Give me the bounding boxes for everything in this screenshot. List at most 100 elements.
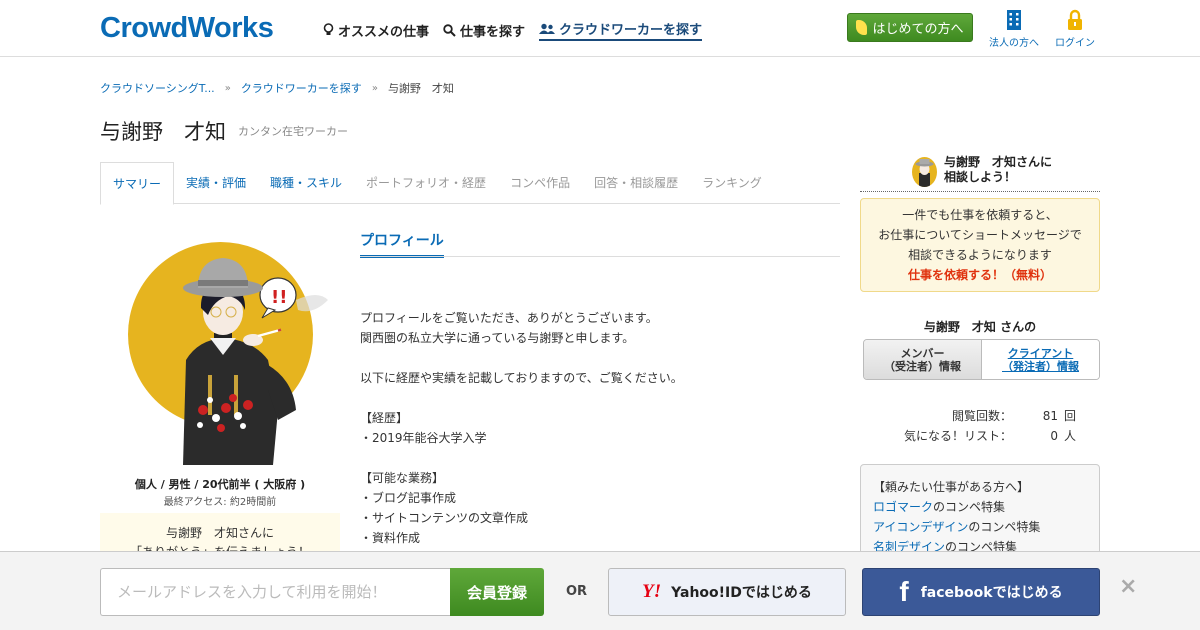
facebook-login-button[interactable]: f facebookではじめる bbox=[862, 568, 1100, 616]
profile-line: ・ブログ記事作成 bbox=[360, 491, 457, 505]
consult-header: 与謝野 才知さんに 相談しよう！ bbox=[860, 155, 1100, 192]
request-job-link[interactable]: 仕事を依頼する！（無料） bbox=[861, 265, 1099, 285]
feature-box: 【頼みたい仕事がある方へ】 ロゴマークのコンペ特集 アイコンデザインのコンペ特集… bbox=[860, 464, 1100, 564]
profile-line bbox=[360, 388, 683, 408]
nav-find-workers-label: クラウドワーカーを探す bbox=[559, 23, 703, 38]
facebook-login-label: facebookではじめる bbox=[920, 585, 1063, 601]
first-time-button[interactable]: はじめての方へ bbox=[847, 13, 973, 42]
avatar-illustration: !! bbox=[183, 258, 328, 465]
login-label: ログイン bbox=[1055, 38, 1095, 49]
beginner-leaf-icon bbox=[856, 20, 868, 35]
info-type-tabs: メンバー （受注者）情報 クライアント （発注者）情報 bbox=[863, 339, 1100, 380]
tab-portfolio[interactable]: ポートフォリオ・経歴 bbox=[354, 162, 498, 204]
tab-member-info[interactable]: メンバー （受注者）情報 bbox=[864, 340, 982, 379]
feature-logo-link[interactable]: ロゴマーク bbox=[873, 500, 933, 514]
facebook-icon: f bbox=[899, 576, 909, 607]
yahoo-login-button[interactable]: Y! Yahoo!IDではじめる bbox=[608, 568, 846, 616]
tab-member-info-line-1: メンバー bbox=[900, 346, 945, 360]
stat-views-value: 81 bbox=[1042, 409, 1058, 423]
breadcrumb: クラウドソーシングT... » クラウドワーカーを探す » 与謝野 才知 bbox=[100, 80, 454, 96]
tab-client-info[interactable]: クライアント （発注者）情報 bbox=[982, 340, 1099, 379]
request-job-box: 一件でも仕事を依頼すると、 お仕事についてショートメッセージで 相談できるように… bbox=[860, 198, 1100, 292]
feature-icon-design-link[interactable]: アイコンデザイン bbox=[873, 520, 968, 534]
consult-title: 与謝野 才知さんに 相談しよう！ bbox=[944, 155, 1052, 185]
profile-line: ・サイトコンテンツの文章作成 bbox=[360, 511, 529, 525]
profile-section-title: プロフィール bbox=[360, 230, 444, 258]
profile-line bbox=[360, 448, 683, 468]
users-icon bbox=[539, 23, 556, 34]
stat-watchlist: 気になる！リスト： 0 人 bbox=[860, 426, 1100, 446]
profile-stats: 閲覧回数： 81 回 気になる！リスト： 0 人 bbox=[860, 406, 1100, 446]
first-time-label: はじめての方へ bbox=[872, 22, 964, 37]
tab-achievements[interactable]: 実績・評価 bbox=[174, 162, 258, 204]
profile-line: 【経歴】 bbox=[360, 411, 409, 425]
tab-ranking[interactable]: ランキング bbox=[690, 162, 774, 204]
crowdworks-logo[interactable]: CrowdWorks bbox=[100, 12, 274, 45]
tab-member-info-line-2: （受注者）情報 bbox=[884, 359, 961, 373]
section-divider bbox=[360, 256, 840, 257]
corporate-label: 法人の方へ bbox=[989, 38, 1039, 49]
last-access: 最終アクセス: 約2時間前 bbox=[163, 497, 277, 508]
consult-line-2: 相談しよう！ bbox=[944, 170, 1017, 184]
consult-avatar bbox=[912, 157, 937, 187]
stat-watchlist-value: 0 bbox=[1050, 429, 1058, 443]
stat-watchlist-label: 気になる！リスト： bbox=[903, 429, 1012, 443]
tab-client-info-line-2: （発注者）情報 bbox=[1002, 359, 1079, 373]
page-title: 与謝野 才知 bbox=[100, 120, 226, 144]
stat-views-unit: 回 bbox=[1064, 409, 1077, 423]
nav-find-jobs[interactable]: 仕事を探す bbox=[443, 19, 525, 41]
thanks-line-1: 与謝野 才知さんに bbox=[165, 526, 274, 540]
breadcrumb-top-link[interactable]: クラウドソーシングT... bbox=[100, 80, 215, 96]
close-icon[interactable]: × bbox=[1119, 574, 1137, 599]
register-button[interactable]: 会員登録 bbox=[450, 568, 544, 616]
nav-find-jobs-label: 仕事を探す bbox=[460, 24, 526, 40]
request-line-3: 相談できるようになります bbox=[908, 248, 1052, 262]
feature-item: ロゴマークのコンペ特集 bbox=[873, 497, 1087, 517]
member-name-heading: 与謝野 才知 さんの bbox=[923, 320, 1037, 334]
tab-skills[interactable]: 職種・スキル bbox=[258, 162, 354, 204]
svg-text:!!: !! bbox=[271, 287, 287, 308]
profile-avatar: !! bbox=[128, 240, 328, 465]
profile-line bbox=[360, 348, 683, 368]
profile-line: 以下に経歴や実績を記載しておりますので、ご覧ください。 bbox=[360, 371, 683, 385]
lightbulb-icon bbox=[323, 23, 334, 35]
or-separator: OR bbox=[566, 584, 588, 599]
corporate-link[interactable]: 法人の方へ bbox=[984, 9, 1044, 49]
yahoo-icon: Y! bbox=[642, 581, 662, 602]
tab-answers-history[interactable]: 回答・相談履歴 bbox=[582, 162, 690, 204]
breadcrumb-current: 与謝野 才知 bbox=[387, 82, 454, 95]
feature-title: 【頼みたい仕事がある方へ】 bbox=[873, 480, 1030, 494]
request-line-2: お仕事についてショートメッセージで bbox=[878, 228, 1082, 242]
building-icon bbox=[1007, 10, 1021, 30]
nav-recommended-jobs-label: オススメの仕事 bbox=[338, 24, 430, 40]
stat-watchlist-unit: 人 bbox=[1064, 429, 1077, 443]
breadcrumb-find-workers-link[interactable]: クラウドワーカーを探す bbox=[241, 80, 362, 96]
request-line-1: 一件でも仕事を依頼すると、 bbox=[902, 208, 1058, 222]
profile-line: 関西圏の私立大学に通っている与謝野と申します。 bbox=[360, 331, 635, 345]
tab-summary[interactable]: サマリー bbox=[100, 162, 175, 205]
profile-line: ・資料作成 bbox=[360, 531, 421, 545]
email-input[interactable] bbox=[100, 568, 451, 616]
profile-tabs: サマリー 実績・評価 職種・スキル ポートフォリオ・経歴 コンペ作品 回答・相談… bbox=[100, 162, 840, 205]
feature-item: アイコンデザインのコンペ特集 bbox=[873, 517, 1087, 537]
search-icon bbox=[443, 23, 456, 37]
lock-icon bbox=[1068, 9, 1082, 30]
feature-suffix: のコンペ特集 bbox=[933, 500, 1006, 514]
tab-competition-works[interactable]: コンペ作品 bbox=[498, 162, 582, 204]
signup-bar: 会員登録 OR Y! Yahoo!IDではじめる f facebookではじめる… bbox=[0, 551, 1200, 630]
breadcrumb-separator: » bbox=[224, 82, 231, 94]
stat-views-label: 閲覧回数： bbox=[951, 409, 1012, 423]
breadcrumb-separator: » bbox=[371, 82, 378, 94]
feature-suffix: のコンペ特集 bbox=[968, 520, 1041, 534]
profile-line: ・2019年能谷大学入学 bbox=[360, 431, 487, 445]
tab-client-info-line-1: クライアント bbox=[1007, 346, 1074, 360]
login-link[interactable]: ログイン bbox=[1045, 9, 1105, 49]
profile-line: 【可能な業務】 bbox=[360, 471, 445, 485]
profile-line: プロフィールをご覧いただき、ありがとうございます。 bbox=[360, 311, 658, 325]
nav-recommended-jobs[interactable]: オススメの仕事 bbox=[323, 19, 429, 41]
stat-views: 閲覧回数： 81 回 bbox=[860, 406, 1100, 426]
profile-basic-info: 個人 / 男性 / 20代前半 ( 大阪府 ) bbox=[134, 478, 306, 491]
worker-rank-label: カンタン在宅ワーカー bbox=[238, 125, 348, 138]
consult-line-1: 与謝野 才知さんに bbox=[944, 155, 1053, 169]
nav-find-workers[interactable]: クラウドワーカーを探す bbox=[539, 19, 703, 41]
